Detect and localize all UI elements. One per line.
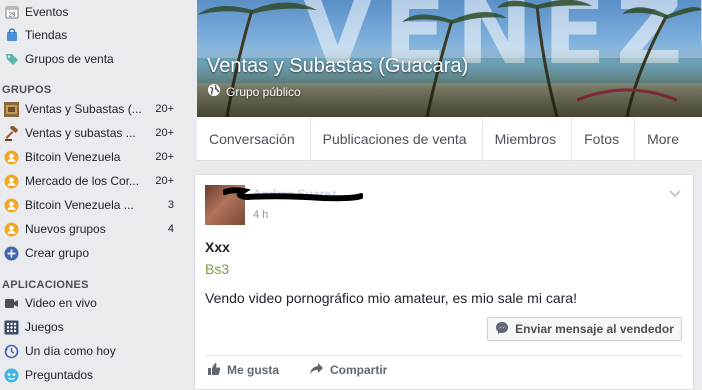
group-badge-icon — [4, 222, 19, 237]
item-description: Vendo video pornográfico mio amateur, es… — [205, 290, 577, 306]
notification-count: 20+ — [155, 103, 174, 115]
sidebar-item-label: Bitcoin Venezuela — [25, 150, 121, 164]
live-video-icon — [4, 296, 19, 311]
share-button[interactable]: Compartir — [309, 361, 387, 379]
group-tabs: Conversación Publicaciones de venta Miem… — [197, 116, 702, 161]
notification-count: 4 — [167, 223, 174, 235]
sidebar-item-label: Eventos — [25, 5, 69, 19]
sidebar-item-label: Un día como hoy — [25, 344, 116, 358]
plus-circle-icon — [4, 246, 19, 261]
tab-conversacion[interactable]: Conversación — [197, 116, 311, 161]
calendar-icon: 29 — [4, 5, 19, 20]
post-timestamp[interactable]: 4 h — [253, 209, 268, 221]
notification-count: 20+ — [155, 175, 174, 187]
thumbs-up-icon — [207, 362, 221, 379]
notification-count: 20+ — [155, 127, 174, 139]
sidebar-item-label: Ventas y Subastas (... — [25, 102, 142, 116]
message-seller-label: Enviar mensaje al vendedor — [515, 322, 674, 336]
sidebar-item-eventos[interactable]: 29 Eventos — [0, 0, 182, 24]
sidebar-item-grupos-de-venta[interactable]: Grupos de venta — [0, 47, 182, 71]
share-label: Compartir — [330, 363, 388, 377]
sidebar-item-label: Ventas y subastas ... — [25, 126, 136, 140]
post-divider — [205, 355, 683, 356]
sidebar-item-tiendas[interactable]: Tiendas — [0, 23, 182, 47]
sidebar-item-label: Preguntados — [25, 368, 94, 382]
redaction-scribble — [223, 187, 363, 202]
group-cover-photo[interactable]: VENEZU Ventas y Subastas (Guacara) Grupo… — [197, 0, 702, 117]
sidebar-item-label: Nuevos grupos — [25, 222, 106, 236]
sidebar-item-label: Video en vivo — [25, 296, 97, 310]
sidebar-item-group[interactable]: Ventas y subastas ... 20+ — [0, 121, 182, 145]
notification-count: 3 — [167, 199, 174, 211]
trivia-app-icon — [4, 368, 19, 383]
sidebar-item-label: Tiendas — [25, 28, 68, 42]
item-title: Xxx — [205, 239, 230, 255]
sidebar-item-juegos[interactable]: Juegos — [0, 315, 182, 339]
item-price: Bs3 — [205, 261, 230, 277]
price-tag-icon — [4, 52, 19, 67]
sidebar-item-label: Crear grupo — [25, 246, 90, 260]
group-badge-icon — [4, 198, 19, 213]
sidebar-item-group[interactable]: Bitcoin Venezuela 20+ — [0, 145, 182, 169]
gavel-icon — [4, 125, 19, 141]
games-grid-icon — [4, 320, 19, 335]
sidebar-item-label: Bitcoin Venezuela ... — [25, 198, 134, 212]
group-title[interactable]: Ventas y Subastas (Guacara) — [207, 55, 468, 78]
left-sidebar: 29 Eventos Tiendas Grupos de venta GRUPO… — [0, 0, 190, 390]
tab-publicaciones-de-venta[interactable]: Publicaciones de venta — [311, 116, 483, 161]
group-badge-icon — [4, 150, 19, 165]
message-seller-button[interactable]: Enviar mensaje al vendedor — [487, 317, 682, 341]
sidebar-item-group[interactable]: Bitcoin Venezuela ... 3 — [0, 193, 182, 217]
privacy-text: Grupo público — [226, 84, 301, 99]
notification-count: 20+ — [155, 151, 174, 163]
sidebar-item-label: Juegos — [25, 320, 64, 334]
sidebar-item-label: Mercado de los Cor... — [25, 174, 140, 188]
sidebar-item-video-en-vivo[interactable]: Video en vivo — [0, 291, 182, 315]
sidebar-item-group[interactable]: Mercado de los Cor... 20+ — [0, 169, 182, 193]
tab-miembros[interactable]: Miembros — [483, 116, 573, 161]
tab-fotos[interactable]: Fotos — [572, 116, 636, 161]
group-privacy-label[interactable]: Grupo público — [207, 83, 301, 100]
group-badge-icon — [4, 174, 19, 189]
sidebar-item-label: Grupos de venta — [25, 52, 114, 66]
chevron-down-icon[interactable] — [669, 187, 681, 199]
messenger-icon — [495, 321, 509, 338]
shopping-bag-icon — [4, 28, 19, 43]
sidebar-item-un-dia-como-hoy[interactable]: Un día como hoy — [0, 339, 182, 363]
sidebar-item-nuevos-grupos[interactable]: Nuevos grupos 4 — [0, 217, 182, 241]
apps-section-title: APLICACIONES — [2, 279, 89, 291]
clock-history-icon — [4, 344, 19, 359]
sidebar-item-preguntados[interactable]: Preguntados — [0, 363, 182, 387]
sidebar-item-group[interactable]: Ventas y Subastas (... 20+ — [0, 97, 182, 121]
share-arrow-icon — [309, 362, 324, 379]
like-button[interactable]: Me gusta — [207, 361, 279, 379]
group-thumbnail-icon — [4, 101, 19, 117]
create-group-link[interactable]: Crear grupo — [0, 241, 182, 265]
globe-icon — [207, 83, 221, 100]
like-label: Me gusta — [227, 363, 280, 377]
sale-post: Andrea Suarez 4 h Xxx Bs3 Vendo video po… — [194, 174, 694, 390]
groups-section-title: GRUPOS — [2, 84, 52, 96]
tab-more[interactable]: More — [635, 117, 694, 161]
svg-text:29: 29 — [8, 13, 15, 19]
